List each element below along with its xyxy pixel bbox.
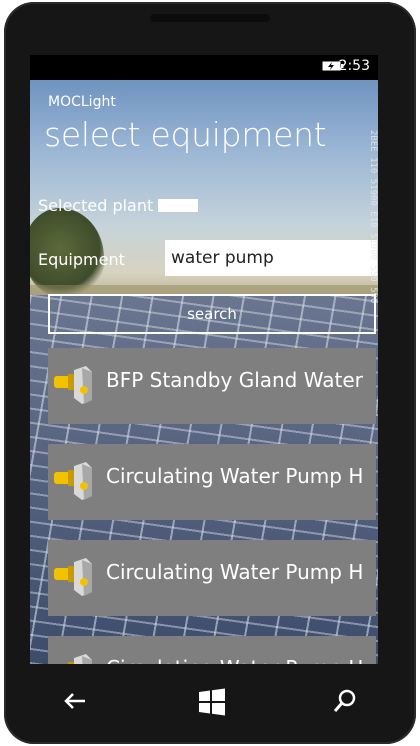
app-page: MOCLight select equipment Selected plant… — [30, 80, 378, 664]
back-arrow-icon[interactable] — [60, 686, 90, 716]
speaker-grille — [150, 14, 270, 22]
clock: 2:53 — [338, 58, 370, 74]
windows-logo-icon[interactable] — [196, 686, 228, 718]
valve-icon — [54, 558, 92, 596]
navigation-bar — [30, 664, 378, 740]
list-item[interactable]: BFP Standby Gland Water — [48, 348, 376, 424]
results-list: BFP Standby Gland Water Circulating Wate… — [48, 348, 376, 664]
valve-icon — [54, 366, 92, 404]
selected-plant-label: Selected plant — [38, 196, 154, 215]
side-watermark: 2BEE 110 51900 E10 51900 550 590 — [368, 130, 378, 304]
list-item[interactable]: Circulating Water Pump H — [48, 540, 376, 616]
equipment-label: Equipment — [38, 250, 125, 269]
app-name: MOCLight — [48, 94, 116, 110]
list-item-label: Circulating Water Pump H — [106, 464, 364, 488]
screen: 2:53 MOCLight select equipment Selected … — [30, 55, 378, 664]
page-title: select equipment — [44, 115, 327, 154]
list-item-label: BFP Standby Gland Water — [106, 368, 363, 392]
phone-frame: 2:53 MOCLight select equipment Selected … — [4, 2, 416, 744]
list-item-label: Circulating Water Pump H — [106, 560, 364, 584]
status-bar: 2:53 — [30, 55, 378, 80]
list-item[interactable]: Circulating Water Pump H — [48, 636, 376, 664]
valve-icon — [68, 654, 92, 664]
list-item-label: Circulating Water Pump H — [106, 656, 363, 664]
list-item[interactable]: Circulating Water Pump H — [48, 444, 376, 520]
valve-icon — [54, 462, 92, 500]
equipment-input[interactable]: water pump — [165, 240, 377, 276]
search-icon[interactable] — [330, 686, 360, 716]
search-button[interactable]: search — [48, 294, 376, 334]
selected-plant-value — [158, 199, 198, 212]
